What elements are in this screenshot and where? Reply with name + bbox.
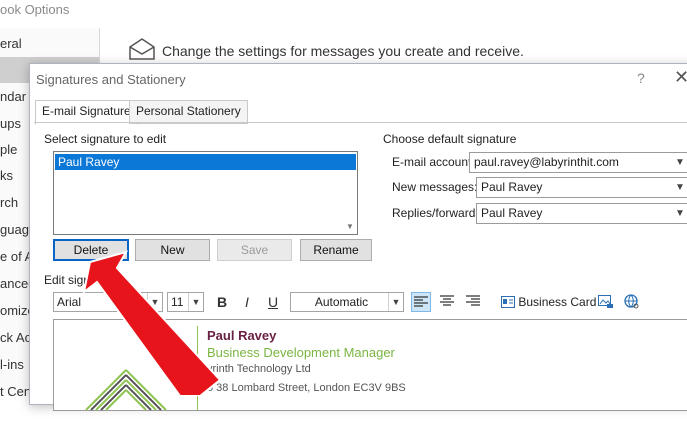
new-messages-value: Paul Ravey [481,180,543,194]
new-messages-select[interactable]: Paul Ravey ▼ [476,177,687,198]
new-messages-label: New messages: [392,180,478,194]
align-right-button[interactable] [463,292,483,312]
business-card-label: Business Card [518,295,597,309]
font-value: Arial [57,295,82,309]
signature-company: yrinth Technology Ltd [207,363,311,375]
nav-item[interactable]: eral [0,31,99,57]
align-center-icon [440,295,454,306]
email-account-value: paul.ravey@labyrinthit.com [474,155,619,169]
chevron-down-icon: ▼ [388,293,403,311]
insert-hyperlink-button[interactable] [622,292,642,312]
default-signature-label: Choose default signature [383,132,517,146]
signature-list[interactable]: Paul Ravey ▼ [53,151,358,235]
signature-editor[interactable]: Paul Ravey Business Development Manager … [53,319,687,411]
rename-button[interactable]: Rename [300,239,372,261]
chevron-down-icon: ▼ [675,182,685,193]
labyrinth-logo-icon [85,369,167,411]
envelope-icon [129,38,155,60]
editor-divider [197,326,198,410]
bold-button[interactable]: B [212,292,232,312]
save-button[interactable]: Save [217,239,292,261]
replies-forwards-select[interactable]: Paul Ravey ▼ [476,203,687,224]
align-left-button[interactable] [411,292,431,312]
options-header-text: Change the settings for messages you cre… [162,43,524,59]
chevron-down-icon: ▼ [188,293,203,311]
dialog-title: Signatures and Stationery [36,72,186,87]
chevron-down-icon: ▼ [675,157,685,168]
italic-button[interactable]: I [237,292,257,312]
scroll-down-icon[interactable]: ▼ [345,222,355,232]
replies-forwards-label: Replies/forwards: [392,206,485,220]
close-button[interactable]: ✕ [674,67,687,88]
insert-picture-button[interactable] [596,292,616,312]
picture-icon [598,295,613,308]
signature-address: 6 38 Lombard Street, London EC3V 9BS [207,382,406,394]
align-center-button[interactable] [437,292,457,312]
list-item[interactable]: Paul Ravey [55,154,356,170]
business-card-button[interactable]: Business Card [501,292,596,312]
color-select[interactable]: Automatic ▼ [290,292,404,312]
business-card-icon [501,296,515,308]
help-button[interactable]: ? [637,70,645,86]
outlook-options-titlebar: ook Options [0,0,687,28]
font-size-value: 11 [171,295,184,309]
signatures-dialog: Signatures and Stationery ? ✕ E-mail Sig… [29,63,687,411]
align-right-icon [466,295,480,306]
replies-forwards-value: Paul Ravey [481,206,543,220]
email-account-select[interactable]: paul.ravey@labyrinthit.com ▼ [469,152,687,173]
select-signature-label: Select signature to edit [44,132,167,146]
email-account-label: E-mail account: [392,155,475,169]
new-button[interactable]: New [135,239,210,261]
font-size-select[interactable]: 11 ▼ [167,292,204,312]
align-left-icon [414,296,428,307]
edit-signature-label: Edit signat [44,273,101,287]
signature-title: Business Development Manager [207,345,395,360]
underline-button[interactable]: U [263,292,283,312]
color-value: Automatic [314,295,369,309]
tab-personal-stationery[interactable]: Personal Stationery [129,100,248,124]
chevron-down-icon: ▼ [147,293,162,311]
window-title: ook Options [0,2,70,17]
font-select[interactable]: Arial ▼ [53,292,163,312]
delete-button[interactable]: Delete [53,239,129,261]
chevron-down-icon: ▼ [675,208,685,219]
hyperlink-globe-icon [624,294,639,309]
signature-name: Paul Ravey [207,328,277,343]
